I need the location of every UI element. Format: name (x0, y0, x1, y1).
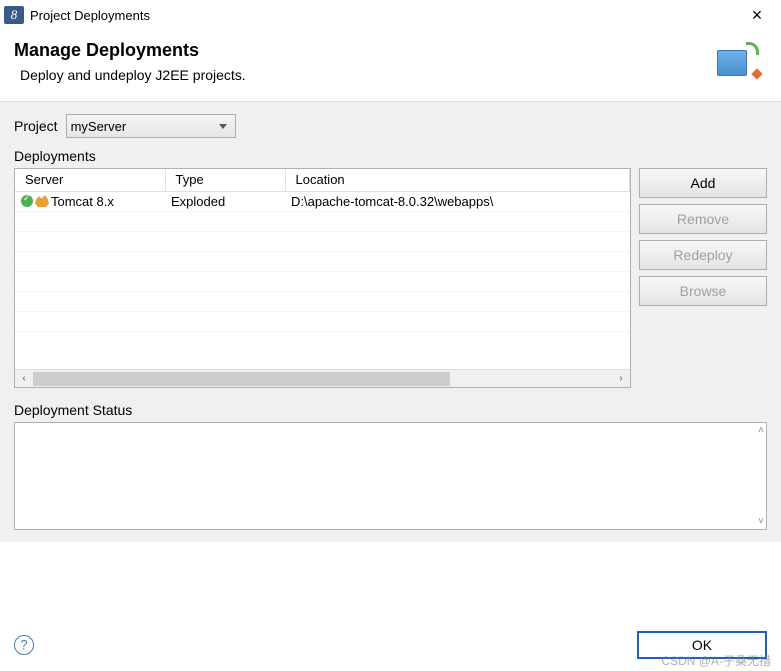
table-row (15, 292, 630, 312)
deployments-label: Deployments (14, 148, 767, 164)
project-label: Project (14, 118, 58, 134)
page-subtitle: Deploy and undeploy J2EE projects. (20, 67, 767, 83)
scrollbar-thumb[interactable] (33, 372, 450, 386)
table-row[interactable]: Tomcat 8.x Exploded D:\apache-tomcat-8.0… (15, 191, 630, 212)
watermark: CSDN @A-子桑无措 (661, 652, 771, 669)
scroll-down-icon[interactable]: ˅ (758, 516, 764, 527)
horizontal-scrollbar[interactable]: ‹ › (15, 369, 630, 387)
table-row (15, 212, 630, 232)
cell-location: D:\apache-tomcat-8.0.32\webapps\ (285, 191, 630, 212)
deployments-table: Server Type Location Tomcat 8.x Exploded (14, 168, 631, 388)
project-row: Project myServer (14, 114, 767, 138)
table-row (15, 252, 630, 272)
table-row (15, 232, 630, 252)
col-server[interactable]: Server (15, 169, 165, 191)
scroll-up-icon[interactable]: ˄ (758, 425, 764, 436)
close-button[interactable]: × (737, 6, 777, 24)
dialog-header: Manage Deployments Deploy and undeploy J… (0, 30, 781, 102)
cell-server: Tomcat 8.x (51, 194, 114, 209)
button-column: Add Remove Redeploy Browse (639, 168, 767, 388)
tomcat-icon (35, 195, 49, 207)
browse-button[interactable]: Browse (639, 276, 767, 306)
app-icon: 8 (4, 6, 24, 24)
status-ok-icon (21, 195, 33, 207)
redeploy-button[interactable]: Redeploy (639, 240, 767, 270)
status-textarea[interactable]: ˄ ˅ (14, 422, 767, 530)
page-title: Manage Deployments (14, 40, 767, 61)
project-dropdown[interactable]: myServer (66, 114, 236, 138)
scroll-left-icon[interactable]: ‹ (15, 370, 33, 388)
col-location[interactable]: Location (285, 169, 630, 191)
status-label: Deployment Status (14, 402, 767, 418)
remove-button[interactable]: Remove (639, 204, 767, 234)
content-area: Project myServer Deployments Server Type… (0, 102, 781, 542)
scroll-right-icon[interactable]: › (612, 370, 630, 388)
window-title: Project Deployments (30, 8, 737, 23)
col-type[interactable]: Type (165, 169, 285, 191)
project-selected-value: myServer (71, 119, 127, 134)
add-button[interactable]: Add (639, 168, 767, 198)
table-row (15, 312, 630, 332)
cell-type: Exploded (165, 191, 285, 212)
deploy-icon (715, 40, 763, 82)
titlebar: 8 Project Deployments × (0, 0, 781, 30)
table-row (15, 272, 630, 292)
help-icon[interactable]: ? (14, 635, 34, 655)
